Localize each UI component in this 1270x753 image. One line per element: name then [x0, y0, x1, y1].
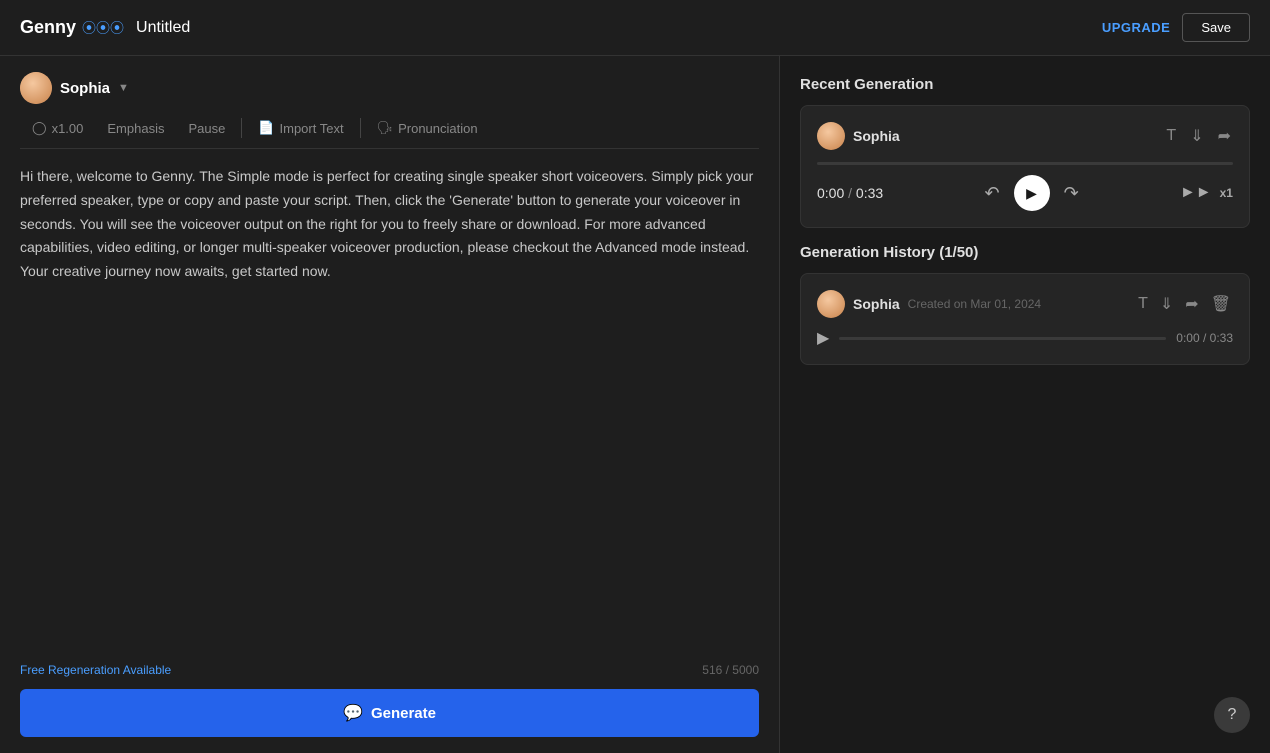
- emphasis-button[interactable]: Emphasis: [95, 117, 176, 140]
- history-section: Generation History (1/50) Sophia Created…: [800, 244, 1250, 365]
- toolbar-divider-2: [360, 118, 361, 138]
- recent-play-button[interactable]: ▶: [1014, 175, 1050, 211]
- free-regen-label: Free Regeneration Available: [20, 663, 171, 677]
- pronunciation-button[interactable]: 🗣 Pronunciation: [365, 116, 490, 140]
- recent-speaker-name: Sophia: [853, 128, 900, 144]
- right-panel: Recent Generation Sophia T ⇓ ➦: [780, 56, 1270, 753]
- forward-icon-button[interactable]: ↷: [1064, 183, 1079, 204]
- history-share-button[interactable]: ➦: [1183, 292, 1200, 316]
- help-button[interactable]: ?: [1214, 697, 1250, 733]
- generate-button[interactable]: 💬 Generate: [20, 689, 759, 737]
- text-icon-button[interactable]: T: [1164, 125, 1178, 147]
- history-speaker-info: Sophia Created on Mar 01, 2024: [817, 290, 1041, 318]
- save-button[interactable]: Save: [1182, 13, 1250, 42]
- history-avatar: [817, 290, 845, 318]
- main-text[interactable]: Hi there, welcome to Genny. The Simple m…: [20, 165, 759, 284]
- recent-card-icons: T ⇓ ➦: [1164, 124, 1233, 148]
- header-right: UPGRADE Save: [1102, 13, 1250, 42]
- pronunciation-icon: 🗣: [377, 120, 394, 136]
- chevron-down-icon: ▼: [118, 82, 129, 94]
- history-time: 0:00 / 0:33: [1176, 331, 1233, 345]
- left-footer: Free Regeneration Available 516 / 5000: [20, 655, 759, 689]
- share-icon-button[interactable]: ➦: [1216, 124, 1233, 148]
- doc-title[interactable]: Untitled: [136, 19, 190, 37]
- import-text-button[interactable]: 📄 Import Text: [246, 116, 355, 140]
- history-playback: ▶ 0:00 / 0:33: [817, 328, 1233, 348]
- speaker-row[interactable]: Sophia ▼: [20, 72, 759, 104]
- history-date: Created on Mar 01, 2024: [908, 297, 1041, 311]
- logo-text: Genny: [20, 17, 76, 38]
- text-area-wrapper: Hi there, welcome to Genny. The Simple m…: [20, 165, 759, 643]
- history-progress-bar[interactable]: [839, 337, 1166, 340]
- recent-playback-controls: 0:00 / 0:33 ↶ ▶ ↷ ►► x1: [817, 175, 1233, 211]
- header-left: Genny ⦿⦿⦿ Untitled: [20, 17, 190, 38]
- generate-label: Generate: [371, 705, 436, 722]
- history-card: Sophia Created on Mar 01, 2024 T ⇓ ➦ 🗑 ▶…: [800, 273, 1250, 365]
- recent-control-group: ↶ ▶ ↷: [984, 175, 1078, 211]
- history-time-total: 0:33: [1210, 331, 1233, 345]
- recent-time-display: 0:00 / 0:33: [817, 185, 883, 201]
- rewind-icon-button[interactable]: ↶: [984, 183, 999, 204]
- recent-title: Recent Generation: [800, 76, 1250, 93]
- history-time-current: 0:00: [1176, 331, 1199, 345]
- history-speaker-name: Sophia: [853, 296, 900, 312]
- file-icon: 📄: [258, 120, 274, 136]
- speaker-avatar: [20, 72, 52, 104]
- main-layout: Sophia ▼ ◯ x1.00 Emphasis Pause 📄 Import…: [0, 56, 1270, 753]
- history-card-header: Sophia Created on Mar 01, 2024 T ⇓ ➦ 🗑: [817, 290, 1233, 318]
- recent-time-current: 0:00: [817, 185, 844, 201]
- history-text-button[interactable]: T: [1136, 293, 1150, 315]
- pause-button[interactable]: Pause: [176, 117, 237, 140]
- toolbar-divider: [241, 118, 242, 138]
- speaker-name: Sophia: [60, 80, 110, 97]
- recent-avatar: [817, 122, 845, 150]
- logo: Genny ⦿⦿⦿: [20, 17, 124, 38]
- history-card-icons: T ⇓ ➦ 🗑: [1136, 292, 1233, 316]
- logo-wave-icon: ⦿⦿⦿: [82, 18, 124, 38]
- avatar-image: [20, 72, 52, 104]
- upgrade-button[interactable]: UPGRADE: [1102, 20, 1171, 35]
- audio-card-header: Sophia T ⇓ ➦: [817, 122, 1233, 150]
- history-play-button[interactable]: ▶: [817, 328, 829, 348]
- recent-audio-card: Sophia T ⇓ ➦ 0:00 /: [800, 105, 1250, 228]
- fast-forward-button[interactable]: ►►: [1180, 184, 1212, 202]
- history-delete-button[interactable]: 🗑: [1209, 292, 1233, 316]
- toolbar: ◯ x1.00 Emphasis Pause 📄 Import Text 🗣 P…: [20, 116, 759, 149]
- download-icon-button[interactable]: ⇓: [1188, 124, 1205, 148]
- clock-icon: ◯: [32, 120, 47, 136]
- chat-icon: 💬: [343, 703, 363, 723]
- char-count: 516 / 5000: [702, 663, 759, 677]
- history-download-button[interactable]: ⇓: [1158, 292, 1175, 316]
- speed-label: x1.00: [52, 121, 84, 136]
- recent-speed-badge: x1: [1220, 186, 1233, 200]
- history-title: Generation History (1/50): [800, 244, 1250, 261]
- recent-progress-bar[interactable]: [817, 162, 1233, 165]
- speed-control[interactable]: ◯ x1.00: [20, 116, 95, 140]
- header: Genny ⦿⦿⦿ Untitled UPGRADE Save: [0, 0, 1270, 56]
- recent-time-total: 0:33: [856, 185, 883, 201]
- left-panel: Sophia ▼ ◯ x1.00 Emphasis Pause 📄 Import…: [0, 56, 780, 753]
- recent-right-controls: ►► x1: [1180, 184, 1233, 202]
- audio-speaker-row: Sophia: [817, 122, 900, 150]
- recent-section: Recent Generation Sophia T ⇓ ➦: [800, 76, 1250, 228]
